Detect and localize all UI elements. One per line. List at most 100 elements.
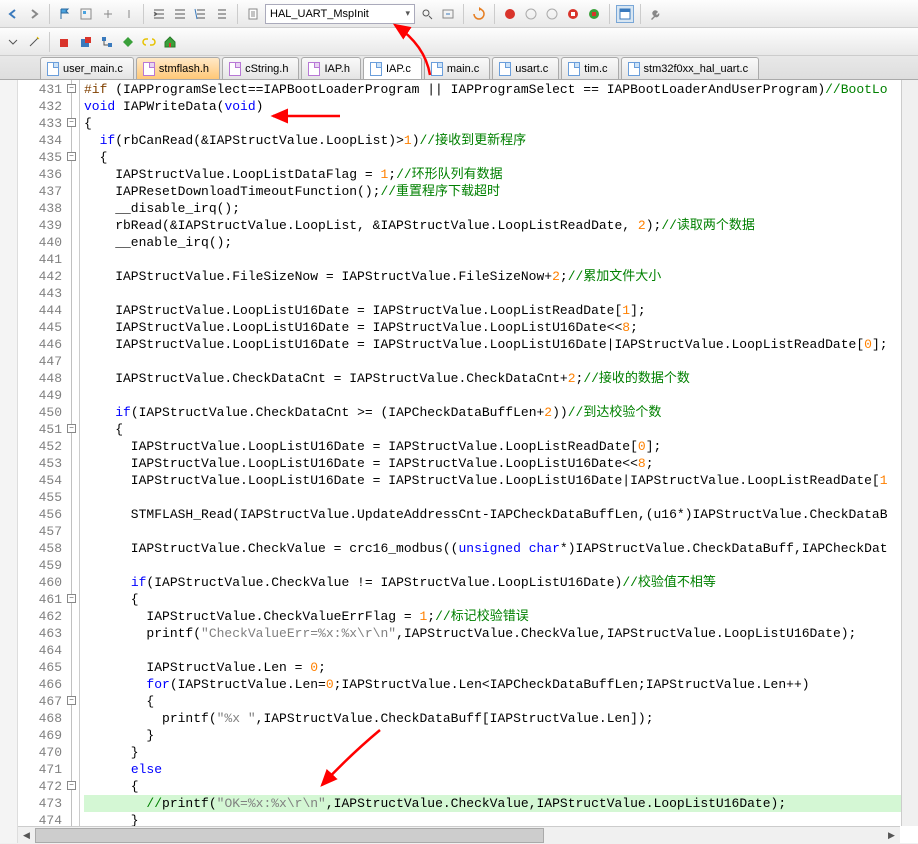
vertical-scrollbar[interactable] xyxy=(901,80,918,826)
fold-toggle[interactable]: − xyxy=(67,424,76,433)
refresh-icon[interactable] xyxy=(470,5,488,23)
code-line[interactable]: IAPResetDownloadTimeoutFunction();//重置程序… xyxy=(84,183,918,200)
code-line[interactable]: IAPStructValue.CheckValue = crc16_modbus… xyxy=(84,540,918,557)
wand-icon[interactable] xyxy=(25,33,43,51)
fold-toggle[interactable]: − xyxy=(67,594,76,603)
code-line[interactable]: { xyxy=(84,149,918,166)
prev-bookmark-icon[interactable] xyxy=(98,5,116,23)
code-line[interactable]: IAPStructValue.LoopListU16Date = IAPStru… xyxy=(84,319,918,336)
fold-toggle[interactable]: − xyxy=(67,118,76,127)
code-line[interactable]: IAPStructValue.LoopListU16Date = IAPStru… xyxy=(84,472,918,489)
code-line[interactable]: { xyxy=(84,693,918,710)
code-line[interactable]: { xyxy=(84,115,918,132)
fold-toggle[interactable]: − xyxy=(67,84,76,93)
code-line[interactable] xyxy=(84,285,918,302)
code-line[interactable]: { xyxy=(84,421,918,438)
code-line[interactable]: IAPStructValue.Len = 0; xyxy=(84,659,918,676)
code-line[interactable]: IAPStructValue.LoopListU16Date = IAPStru… xyxy=(84,455,918,472)
code-line[interactable]: printf("CheckValueErr=%x:%x\r\n",IAPStru… xyxy=(84,625,918,642)
code-line[interactable]: //printf("OK=%x:%x\r\n",IAPStructValue.C… xyxy=(84,795,918,812)
tab-IAP-c[interactable]: IAP.c xyxy=(363,57,422,79)
forward-icon[interactable] xyxy=(25,5,43,23)
code-line[interactable]: STMFLASH_Read(IAPStructValue.UpdateAddre… xyxy=(84,506,918,523)
code-line[interactable] xyxy=(84,353,918,370)
code-line[interactable]: IAPStructValue.LoopListDataFlag = 1;//环形… xyxy=(84,166,918,183)
code-area[interactable]: #if (IAPProgramSelect==IAPBootLoaderProg… xyxy=(80,80,918,843)
function-combo[interactable]: HAL_UART_MspInit xyxy=(265,4,415,24)
code-editor[interactable]: 4314324334344354364374384394404414424434… xyxy=(18,80,918,843)
fold-toggle[interactable]: − xyxy=(67,781,76,790)
code-line[interactable]: void IAPWriteData(void) xyxy=(84,98,918,115)
comment-icon[interactable] xyxy=(192,5,210,23)
code-line[interactable]: if(IAPStructValue.CheckDataCnt >= (IAPCh… xyxy=(84,404,918,421)
code-line[interactable] xyxy=(84,489,918,506)
window-icon[interactable] xyxy=(616,5,634,23)
tab-stm32f0xx_hal_uart-c[interactable]: stm32f0xx_hal_uart.c xyxy=(621,57,760,79)
stop-icon[interactable] xyxy=(522,5,540,23)
house-icon[interactable] xyxy=(161,33,179,51)
play-macro-icon[interactable] xyxy=(585,5,603,23)
flag-icon[interactable] xyxy=(56,5,74,23)
outdent-icon[interactable] xyxy=(171,5,189,23)
tab-IAP-h[interactable]: IAP.h xyxy=(301,57,361,79)
doc-icon[interactable] xyxy=(244,5,262,23)
record-icon[interactable] xyxy=(501,5,519,23)
code-line[interactable] xyxy=(84,387,918,404)
toggle-bookmark-icon[interactable] xyxy=(77,5,95,23)
blue-block-icon[interactable] xyxy=(77,33,95,51)
code-line[interactable]: if(IAPStructValue.CheckValue != IAPStruc… xyxy=(84,574,918,591)
file-icon xyxy=(47,62,59,76)
code-line[interactable]: } xyxy=(84,744,918,761)
code-line[interactable]: for(IAPStructValue.Len=0;IAPStructValue.… xyxy=(84,676,918,693)
code-line[interactable]: IAPStructValue.LoopListU16Date = IAPStru… xyxy=(84,336,918,353)
tab-tim-c[interactable]: tim.c xyxy=(561,57,618,79)
scroll-thumb[interactable] xyxy=(35,828,544,843)
code-line[interactable]: rbRead(&IAPStructValue.LoopList, &IAPStr… xyxy=(84,217,918,234)
wrench-icon[interactable] xyxy=(647,5,665,23)
code-line[interactable]: IAPStructValue.LoopListU16Date = IAPStru… xyxy=(84,438,918,455)
fold-toggle[interactable]: − xyxy=(67,152,76,161)
scroll-left-icon[interactable]: ◀ xyxy=(18,827,35,844)
tab-usart-c[interactable]: usart.c xyxy=(492,57,559,79)
indent-icon[interactable] xyxy=(150,5,168,23)
code-line[interactable] xyxy=(84,523,918,540)
tab-stmflash-h[interactable]: stmflash.h xyxy=(136,57,220,79)
link-icon[interactable] xyxy=(140,33,158,51)
tab-cString-h[interactable]: cString.h xyxy=(222,57,299,79)
red-block-icon[interactable] xyxy=(56,33,74,51)
code-line[interactable]: IAPStructValue.FileSizeNow = IAPStructVa… xyxy=(84,268,918,285)
code-line[interactable]: else xyxy=(84,761,918,778)
tab-user_main-c[interactable]: user_main.c xyxy=(40,57,134,79)
scroll-right-icon[interactable]: ▶ xyxy=(883,827,900,844)
pause-icon[interactable] xyxy=(543,5,561,23)
code-line[interactable]: if(rbCanRead(&IAPStructValue.LoopList)>1… xyxy=(84,132,918,149)
tree-icon[interactable] xyxy=(98,33,116,51)
fold-toggle[interactable]: − xyxy=(67,696,76,705)
code-line[interactable] xyxy=(84,557,918,574)
code-line[interactable]: __enable_irq(); xyxy=(84,234,918,251)
code-line[interactable]: IAPStructValue.LoopListU16Date = IAPStru… xyxy=(84,302,918,319)
tab-main-c[interactable]: main.c xyxy=(424,57,490,79)
record-stop-icon[interactable] xyxy=(564,5,582,23)
code-line[interactable]: #if (IAPProgramSelect==IAPBootLoaderProg… xyxy=(84,81,918,98)
code-line[interactable]: { xyxy=(84,778,918,795)
diamond-icon[interactable] xyxy=(119,33,137,51)
expand-icon[interactable] xyxy=(4,33,22,51)
uncomment-icon[interactable] xyxy=(213,5,231,23)
fold-column[interactable]: − − − − − − − xyxy=(66,80,80,843)
code-line[interactable]: printf("%x ",IAPStructValue.CheckDataBuf… xyxy=(84,710,918,727)
code-line[interactable]: IAPStructValue.CheckValueErrFlag = 1;//标… xyxy=(84,608,918,625)
code-line[interactable]: IAPStructValue.CheckDataCnt = IAPStructV… xyxy=(84,370,918,387)
find-next-icon[interactable] xyxy=(439,5,457,23)
code-line[interactable] xyxy=(84,642,918,659)
code-line[interactable]: } xyxy=(84,727,918,744)
code-line[interactable]: { xyxy=(84,591,918,608)
scroll-track[interactable] xyxy=(35,827,883,843)
code-line[interactable]: __disable_irq(); xyxy=(84,200,918,217)
code-line[interactable] xyxy=(84,251,918,268)
back-icon[interactable] xyxy=(4,5,22,23)
horizontal-scrollbar[interactable]: ◀ ▶ xyxy=(18,826,900,843)
find-icon[interactable] xyxy=(418,5,436,23)
file-icon xyxy=(229,62,241,76)
next-bookmark-icon[interactable] xyxy=(119,5,137,23)
